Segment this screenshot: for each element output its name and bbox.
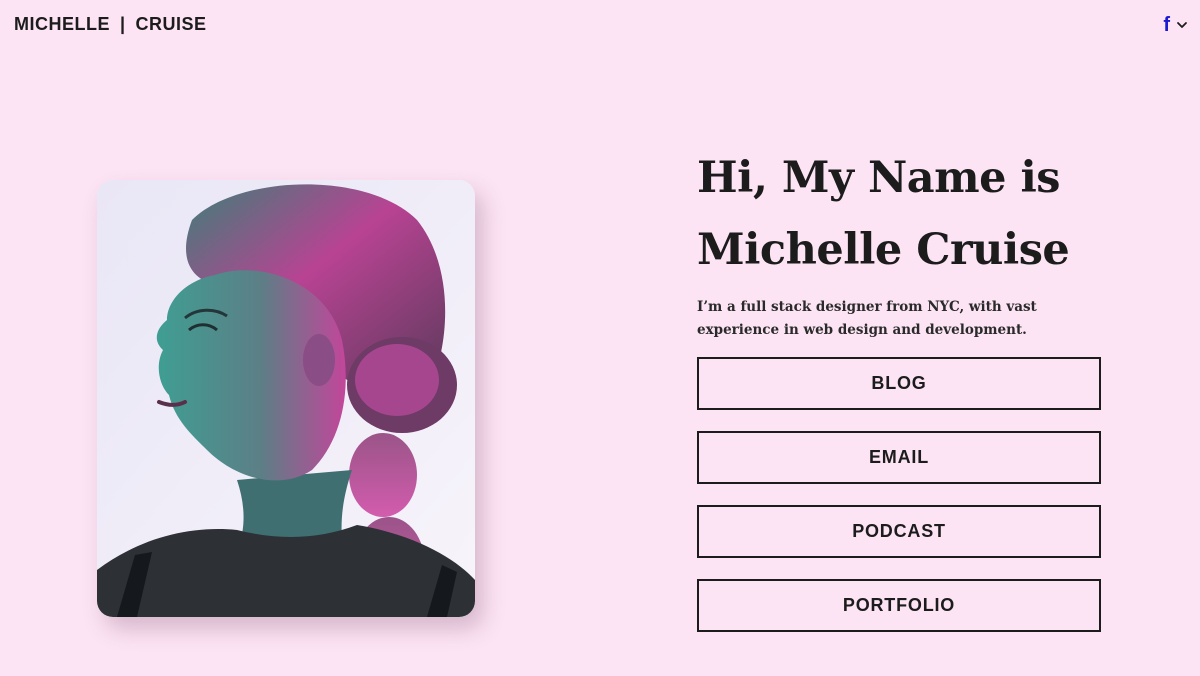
social-links: f <box>1163 14 1188 36</box>
podcast-button[interactable]: PODCAST <box>697 505 1101 558</box>
portrait-illustration <box>97 180 475 617</box>
hero-section: Hi, My Name is Michelle Cruise I’m a ful… <box>697 142 1117 342</box>
brand-last-name: CRUISE <box>135 14 207 34</box>
link-buttons: BLOG EMAIL PODCAST PORTFOLIO <box>697 357 1101 653</box>
page: MICHELLE | CRUISE f Hi, My Name is Miche… <box>0 0 1200 676</box>
chevron-down-icon[interactable] <box>1176 19 1188 31</box>
portfolio-button[interactable]: PORTFOLIO <box>697 579 1101 632</box>
blog-button[interactable]: BLOG <box>697 357 1101 410</box>
headline-line-2: Michelle Cruise <box>697 225 1070 275</box>
site-brand[interactable]: MICHELLE | CRUISE <box>14 14 207 35</box>
tagline: I’m a full stack designer from NYC, with… <box>697 299 1037 338</box>
profile-photo <box>97 180 475 617</box>
brand-separator: | <box>120 14 126 34</box>
headline-line-1: Hi, My Name is <box>697 153 1061 203</box>
facebook-icon[interactable]: f <box>1163 14 1170 36</box>
page-title: Hi, My Name is Michelle Cruise <box>697 142 1117 286</box>
brand-first-name: MICHELLE <box>14 14 110 34</box>
email-button[interactable]: EMAIL <box>697 431 1101 484</box>
